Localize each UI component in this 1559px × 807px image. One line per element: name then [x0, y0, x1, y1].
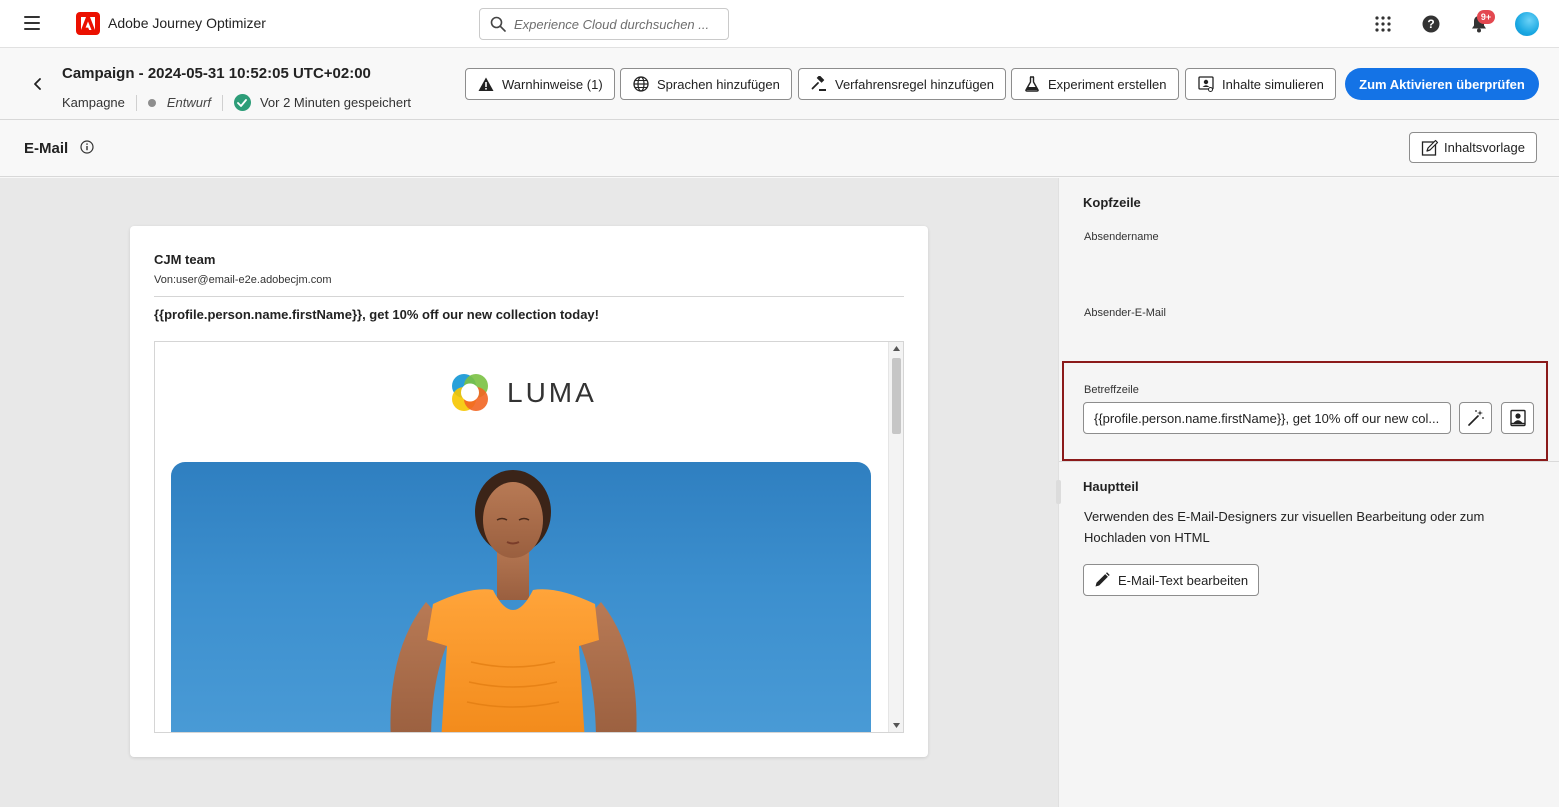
add-policy-label: Verfahrensregel hinzufügen: [835, 76, 995, 92]
personalization-icon: [1509, 409, 1526, 427]
help-icon[interactable]: ?: [1419, 12, 1443, 36]
top-bar: Adobe Journey Optimizer ? 9+: [0, 0, 1559, 48]
scroll-down-icon[interactable]: [892, 721, 901, 730]
magic-wand-icon: [1467, 410, 1484, 426]
campaign-header: Campaign - 2024-05-31 10:52:05 UTC+02:00…: [0, 48, 1559, 120]
simulate-content-label: Inhalte simulieren: [1222, 76, 1324, 92]
campaign-type: Kampagne: [62, 95, 125, 110]
luma-logo-icon: [452, 374, 488, 411]
app-title[interactable]: Adobe Journey Optimizer: [108, 15, 266, 31]
scroll-up-icon[interactable]: [892, 344, 901, 353]
content-template-label: Inhaltsvorlage: [1444, 140, 1525, 155]
scrollbar-thumb[interactable]: [892, 358, 901, 434]
notification-badge: 9+: [1477, 10, 1495, 24]
info-icon[interactable]: [80, 140, 94, 154]
campaign-meta: Kampagne Entwurf Vor 2 Minuten gespeiche…: [62, 94, 411, 111]
search-icon: [490, 16, 506, 32]
divider: [154, 296, 904, 297]
simulate-preview-icon: [1197, 75, 1215, 93]
sender-name-label: Absendername: [1084, 231, 1159, 243]
flask-icon: [1023, 75, 1041, 93]
header-section-title: Kopfzeile: [1083, 195, 1141, 210]
email-body-preview: LUMA: [154, 341, 904, 733]
preview-sender-from: Von:user@email-e2e.adobecjm.com: [154, 274, 332, 286]
globe-icon: [632, 75, 650, 93]
email-title: E-Mail: [24, 140, 69, 157]
pencil-icon: [1094, 572, 1110, 588]
edit-email-body-button[interactable]: E-Mail-Text bearbeiten: [1083, 564, 1260, 596]
preview-sender-name: CJM team: [154, 252, 216, 267]
divider: [1059, 461, 1559, 462]
avatar[interactable]: [1515, 12, 1539, 36]
subject-line-input[interactable]: {{profile.person.name.firstName}}, get 1…: [1083, 402, 1451, 434]
body-description: Verwenden des E-Mail-Designers zur visue…: [1084, 509, 1485, 545]
body-section-title: Hauptteil: [1083, 479, 1139, 494]
panel-resize-handle[interactable]: [1056, 480, 1061, 504]
review-to-activate-button[interactable]: Zum Aktivieren überprüfen: [1345, 68, 1539, 100]
alert-triangle-icon: [477, 75, 495, 93]
warnings-button[interactable]: Warnhinweise (1): [465, 68, 615, 100]
warnings-label: Warnhinweise (1): [502, 76, 603, 92]
apps-grid-icon[interactable]: [1371, 12, 1395, 36]
luma-brand-text: LUMA: [507, 377, 597, 408]
properties-panel: Kopfzeile Absendername Absender-E-Mail B…: [1056, 178, 1559, 807]
subject-line-label: Betreffzeile: [1084, 384, 1139, 396]
back-chevron-icon[interactable]: [28, 74, 48, 94]
preview-subject: {{profile.person.name.firstName}}, get 1…: [154, 307, 599, 322]
checkmark-icon: [233, 94, 251, 111]
svg-text:?: ?: [1427, 17, 1434, 31]
ai-assistant-button[interactable]: [1459, 402, 1492, 434]
create-experiment-button[interactable]: Experiment erstellen: [1011, 68, 1179, 100]
status-dot-icon: [147, 98, 156, 107]
saved-status: Vor 2 Minuten gespeichert: [259, 95, 412, 110]
search-field[interactable]: [479, 8, 729, 40]
add-languages-label: Sprachen hinzufügen: [657, 76, 780, 92]
edit-template-icon: [1421, 139, 1439, 157]
email-preview-canvas: CJM team Von:user@email-e2e.adobecjm.com…: [0, 178, 1058, 807]
add-languages-button[interactable]: Sprachen hinzufügen: [620, 68, 792, 100]
sender-email-label: Absender-E-Mail: [1084, 307, 1166, 319]
email-section-header: E-Mail Inhaltsvorlage: [0, 121, 1559, 177]
content-template-button[interactable]: Inhaltsvorlage: [1409, 132, 1537, 163]
hero-image: [171, 462, 871, 732]
campaign-title: Campaign - 2024-05-31 10:52:05 UTC+02:00: [62, 65, 371, 82]
campaign-status: Entwurf: [166, 95, 211, 110]
add-policy-button[interactable]: Verfahrensregel hinzufügen: [798, 68, 1007, 100]
menu-icon[interactable]: [24, 16, 40, 30]
personalization-button[interactable]: [1501, 402, 1534, 434]
preview-scrollbar[interactable]: [888, 342, 903, 732]
gavel-icon: [810, 75, 828, 93]
luma-logo: LUMA: [447, 370, 597, 416]
search-input[interactable]: [514, 16, 724, 32]
simulate-content-button[interactable]: Inhalte simulieren: [1185, 68, 1336, 100]
email-preview-card: CJM team Von:user@email-e2e.adobecjm.com…: [130, 226, 928, 757]
adobe-logo-icon[interactable]: [76, 12, 100, 35]
create-experiment-label: Experiment erstellen: [1048, 76, 1167, 92]
edit-email-body-label: E-Mail-Text bearbeiten: [1118, 572, 1249, 588]
